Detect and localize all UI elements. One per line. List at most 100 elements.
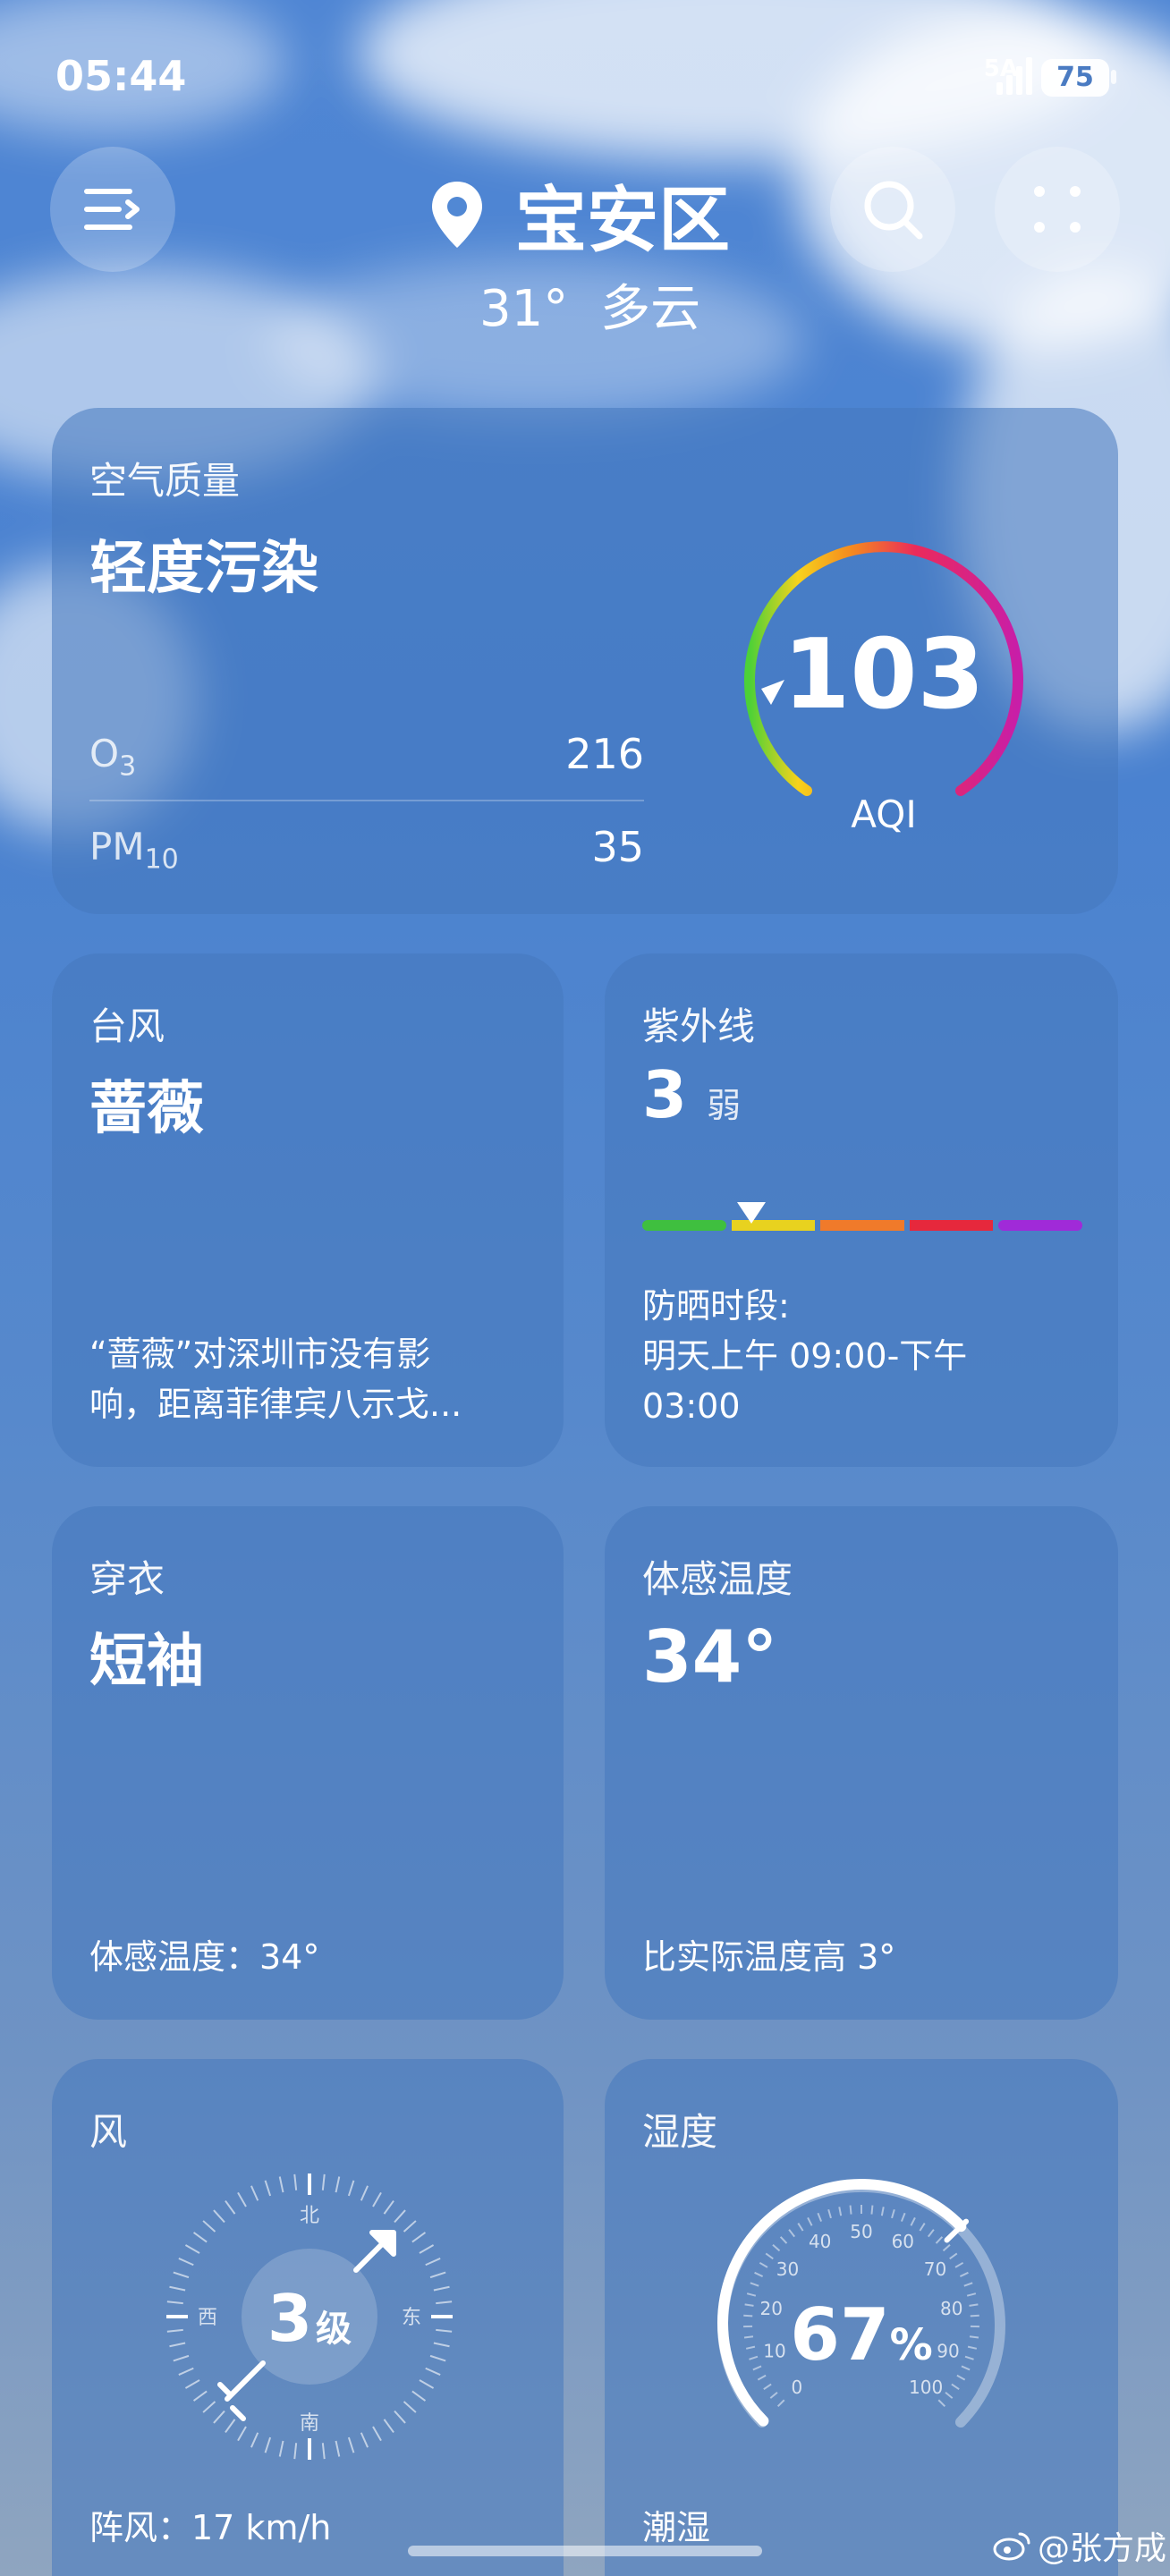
compass-tick xyxy=(169,2285,186,2292)
compass-tick xyxy=(429,2354,446,2362)
humidity-tick xyxy=(945,2391,954,2399)
pollutant-pm10-value: 35 xyxy=(591,823,644,871)
humidity-tick xyxy=(880,2207,885,2216)
compass-tick xyxy=(166,2301,183,2305)
humidity-tick xyxy=(910,2216,916,2226)
humidity-tick-label: 60 xyxy=(892,2231,914,2252)
uv-value: 3 xyxy=(642,1057,688,1132)
clothing-card[interactable]: 穿衣 短袖 体感温度：34° xyxy=(52,1506,564,2020)
current-weather: 31° 多云 xyxy=(479,268,700,341)
compass-tick xyxy=(383,2199,394,2215)
feels-like-footer: 比实际温度高 3° xyxy=(642,1937,896,1977)
pollutant-divider xyxy=(89,800,644,801)
uv-sunscreen: 防晒时段: 明天上午 09:00-下午 03:00 xyxy=(642,1286,968,1426)
wind-level: 3 级 xyxy=(267,2281,352,2356)
compass-tick xyxy=(335,2176,341,2193)
aqi-label: AQI xyxy=(851,792,917,836)
compass-tick xyxy=(411,2232,427,2243)
aqi-value: 103 xyxy=(783,619,985,731)
compass-tick xyxy=(347,2436,355,2453)
watermark: @张方成 xyxy=(993,2522,1166,2569)
search-button[interactable] xyxy=(830,147,955,272)
humidity-tick xyxy=(817,2212,823,2222)
uv-card[interactable]: 紫外线 3 弱 防晒时段: 明天上午 09:00-下午 03:00 xyxy=(605,953,1118,1467)
compass-tick xyxy=(436,2328,453,2333)
humidity-tick xyxy=(954,2261,964,2268)
clothing-value: 短袖 xyxy=(89,1629,204,1695)
compass-tick xyxy=(264,2180,272,2197)
compass-tick xyxy=(394,2410,406,2424)
pollutant-o3-label: O3 xyxy=(89,732,137,783)
humidity-tick-label: 30 xyxy=(776,2258,799,2280)
humidity-tick xyxy=(935,2236,944,2244)
humidity-tick xyxy=(937,2399,946,2408)
compass-tick xyxy=(360,2432,369,2448)
compass-tick xyxy=(192,2390,208,2402)
feels-like-value: 34° xyxy=(642,1615,778,1699)
compass-tick xyxy=(372,2191,382,2207)
humidity-tick xyxy=(827,2208,832,2219)
location-title[interactable]: 宝安区 xyxy=(429,163,730,267)
compass-tick xyxy=(321,2443,326,2460)
wind-gust: 阵风：17 km/h xyxy=(89,2508,332,2547)
humidity-tick xyxy=(927,2229,935,2238)
compass-tick xyxy=(278,2176,284,2193)
humidity-tick xyxy=(776,2399,785,2408)
humidity-tick xyxy=(797,2223,804,2232)
feels-like-title: 体感温度 xyxy=(642,1557,793,1601)
compass-west: 西 xyxy=(198,2307,217,2329)
humidity-tick-label: 70 xyxy=(924,2258,946,2280)
humidity-tick-label: 0 xyxy=(792,2377,803,2398)
humidity-tick xyxy=(949,2252,958,2260)
humidity-card[interactable]: 湿度 0 10 20 30 40 50 60 70 80 90 100 67% 潮湿 xyxy=(605,2059,1118,2576)
wind-arrow-head xyxy=(353,2230,396,2273)
compass-tick xyxy=(436,2301,453,2305)
current-condition: 多云 xyxy=(600,280,701,338)
humidity-tick xyxy=(942,2243,951,2252)
search-icon xyxy=(864,181,923,240)
compass-tick xyxy=(250,2185,259,2201)
compass-tick xyxy=(383,2419,394,2434)
humidity-tick xyxy=(891,2208,895,2219)
wind-arrow-tail xyxy=(217,2360,266,2421)
compass-tick xyxy=(173,2354,190,2362)
humidity-tick xyxy=(759,2261,768,2268)
compass-south: 南 xyxy=(300,2412,319,2435)
humidity-tick xyxy=(951,2383,960,2391)
humidity-tick xyxy=(772,2243,781,2252)
typhoon-card[interactable]: 台风 蔷薇 “蔷薇”对深圳市没有影 响，距离菲律宾八示戈... xyxy=(52,953,564,1467)
battery-tip xyxy=(1111,70,1116,84)
current-temperature: 31° xyxy=(479,280,569,338)
uv-title: 紫外线 xyxy=(642,1004,756,1048)
more-button[interactable] xyxy=(995,147,1120,272)
menu-icon xyxy=(84,189,140,230)
humidity-tick xyxy=(779,2236,788,2244)
uv-segment-high xyxy=(820,1220,904,1231)
uv-segment-low xyxy=(642,1220,726,1231)
wind-card[interactable]: 风 北 南 东 西 3 级 阵风：17 km/h xyxy=(52,2059,564,2576)
uv-segment-extreme xyxy=(998,1220,1082,1231)
compass-tick xyxy=(429,2271,446,2279)
clothing-footer: 体感温度：34° xyxy=(89,1937,320,1977)
typhoon-description: “蔷薇”对深圳市没有影 响，距离菲律宾八示戈... xyxy=(89,1335,462,1424)
compass-east: 东 xyxy=(402,2307,421,2329)
location-pin-icon xyxy=(432,182,482,248)
uv-reading: 3 弱 xyxy=(642,1057,741,1132)
home-indicator[interactable] xyxy=(408,2546,762,2556)
pollutant-pm10-label: PM10 xyxy=(89,825,179,876)
humidity-tick xyxy=(959,2271,969,2277)
compass-tick xyxy=(178,2367,194,2376)
compass-north: 北 xyxy=(300,2205,319,2227)
typhoon-title: 台风 xyxy=(89,1004,165,1048)
air-quality-card[interactable]: 空气质量 轻度污染 O3 216 PM10 35 103 AQI xyxy=(52,408,1118,914)
status-time: 05:44 xyxy=(55,52,187,100)
feels-like-card[interactable]: 体感温度 34° 比实际温度高 3° xyxy=(605,1506,1118,2020)
compass-tick xyxy=(184,2244,200,2254)
compass-tick xyxy=(403,2220,417,2233)
compass-tick xyxy=(433,2285,450,2292)
pollutant-o3-value: 216 xyxy=(565,730,644,778)
humidity-tick xyxy=(807,2216,813,2226)
compass-tick xyxy=(394,2209,406,2224)
menu-button[interactable] xyxy=(50,147,175,272)
compass-tick xyxy=(425,2258,441,2267)
